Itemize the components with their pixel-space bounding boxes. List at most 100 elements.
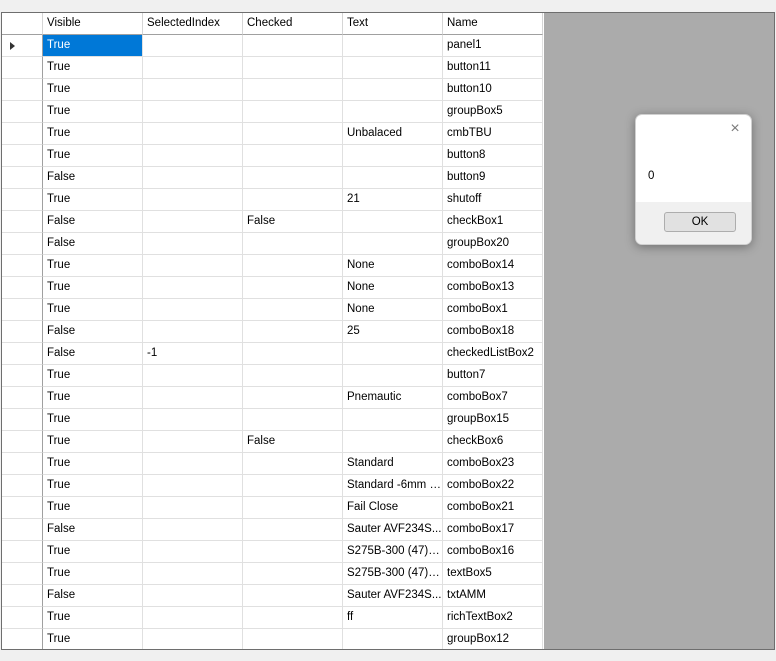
cell-selectedindex[interactable] (143, 431, 243, 453)
cell-name[interactable]: comboBox21 (443, 497, 543, 519)
cell-name[interactable]: groupBox5 (443, 101, 543, 123)
table-row[interactable]: True None comboBox1 (2, 299, 544, 321)
cell-text[interactable] (343, 101, 443, 123)
cell-name[interactable]: panel1 (443, 35, 543, 57)
cell-name[interactable]: textBox5 (443, 563, 543, 585)
header-corner[interactable] (2, 13, 43, 35)
cell-text[interactable]: Sauter AVF234S... (343, 585, 443, 607)
row-header[interactable] (2, 211, 43, 233)
table-row[interactable]: True groupBox12 (2, 629, 544, 649)
row-header[interactable] (2, 541, 43, 563)
cell-name[interactable]: groupBox12 (443, 629, 543, 649)
cell-visible[interactable]: False (43, 343, 143, 365)
cell-selectedindex[interactable] (143, 123, 243, 145)
table-row[interactable]: True button7 (2, 365, 544, 387)
row-header[interactable] (2, 365, 43, 387)
cell-name[interactable]: cmbTBU (443, 123, 543, 145)
cell-name[interactable]: comboBox23 (443, 453, 543, 475)
table-row[interactable]: True Pnemautic comboBox7 (2, 387, 544, 409)
cell-text[interactable] (343, 233, 443, 255)
row-header[interactable] (2, 145, 43, 167)
cell-name[interactable]: button9 (443, 167, 543, 189)
cell-selectedindex[interactable] (143, 255, 243, 277)
cell-text[interactable] (343, 211, 443, 233)
cell-text[interactable]: S275B-300 (47) 0... (343, 563, 443, 585)
table-row[interactable]: False groupBox20 (2, 233, 544, 255)
row-header[interactable] (2, 233, 43, 255)
cell-selectedindex[interactable] (143, 365, 243, 387)
cell-name[interactable]: comboBox13 (443, 277, 543, 299)
cell-name[interactable]: button11 (443, 57, 543, 79)
cell-text[interactable] (343, 343, 443, 365)
cell-visible[interactable]: True (43, 79, 143, 101)
cell-name[interactable]: checkBox6 (443, 431, 543, 453)
cell-visible[interactable]: True (43, 277, 143, 299)
cell-visible[interactable]: True (43, 629, 143, 649)
table-row[interactable]: True button11 (2, 57, 544, 79)
cell-selectedindex[interactable] (143, 321, 243, 343)
cell-text[interactable]: ff (343, 607, 443, 629)
cell-checked[interactable] (243, 189, 343, 211)
cell-visible[interactable]: True (43, 387, 143, 409)
cell-name[interactable]: button7 (443, 365, 543, 387)
row-header[interactable] (2, 79, 43, 101)
cell-visible[interactable]: True (43, 453, 143, 475)
cell-checked[interactable] (243, 123, 343, 145)
table-row[interactable]: True None comboBox13 (2, 277, 544, 299)
cell-checked[interactable] (243, 167, 343, 189)
cell-visible[interactable]: True (43, 123, 143, 145)
table-row[interactable]: True None comboBox14 (2, 255, 544, 277)
column-header-selectedindex[interactable]: SelectedIndex (143, 13, 243, 35)
cell-selectedindex[interactable] (143, 453, 243, 475)
cell-text[interactable]: Unbalaced (343, 123, 443, 145)
row-header[interactable] (2, 629, 43, 649)
cell-text[interactable] (343, 35, 443, 57)
cell-checked[interactable] (243, 607, 343, 629)
cell-selectedindex[interactable] (143, 541, 243, 563)
row-header[interactable] (2, 607, 43, 629)
cell-text[interactable] (343, 365, 443, 387)
table-row[interactable]: True Standard -6mm R... comboBox22 (2, 475, 544, 497)
table-row[interactable]: True groupBox5 (2, 101, 544, 123)
cell-text[interactable] (343, 629, 443, 649)
cell-visible[interactable]: True (43, 145, 143, 167)
cell-text[interactable] (343, 145, 443, 167)
cell-name[interactable]: groupBox20 (443, 233, 543, 255)
cell-visible[interactable]: True (43, 101, 143, 123)
table-row[interactable]: False button9 (2, 167, 544, 189)
table-row[interactable]: True groupBox15 (2, 409, 544, 431)
cell-visible[interactable]: False (43, 233, 143, 255)
cell-name[interactable]: comboBox14 (443, 255, 543, 277)
cell-visible[interactable]: True (43, 409, 143, 431)
cell-text[interactable]: 21 (343, 189, 443, 211)
cell-visible[interactable]: True (43, 365, 143, 387)
cell-checked[interactable] (243, 629, 343, 649)
table-row[interactable]: True Fail Close comboBox21 (2, 497, 544, 519)
cell-checked[interactable] (243, 541, 343, 563)
table-row[interactable]: True button8 (2, 145, 544, 167)
row-header[interactable] (2, 167, 43, 189)
table-row[interactable]: False 25 comboBox18 (2, 321, 544, 343)
cell-name[interactable]: checkedListBox2 (443, 343, 543, 365)
cell-name[interactable]: comboBox1 (443, 299, 543, 321)
cell-selectedindex[interactable] (143, 629, 243, 649)
cell-text[interactable]: 25 (343, 321, 443, 343)
cell-selectedindex[interactable] (143, 409, 243, 431)
cell-checked[interactable] (243, 299, 343, 321)
cell-checked[interactable] (243, 145, 343, 167)
table-row[interactable]: True S275B-300 (47) 0... comboBox16 (2, 541, 544, 563)
cell-checked[interactable] (243, 475, 343, 497)
cell-checked[interactable] (243, 321, 343, 343)
cell-text[interactable]: Standard (343, 453, 443, 475)
cell-name[interactable]: button10 (443, 79, 543, 101)
cell-selectedindex[interactable] (143, 299, 243, 321)
cell-selectedindex[interactable] (143, 563, 243, 585)
cell-selectedindex[interactable] (143, 277, 243, 299)
cell-name[interactable]: comboBox7 (443, 387, 543, 409)
cell-visible[interactable]: True (43, 563, 143, 585)
cell-checked[interactable] (243, 365, 343, 387)
cell-visible[interactable]: True (43, 35, 143, 57)
cell-text[interactable] (343, 409, 443, 431)
row-header[interactable] (2, 255, 43, 277)
cell-name[interactable]: checkBox1 (443, 211, 543, 233)
